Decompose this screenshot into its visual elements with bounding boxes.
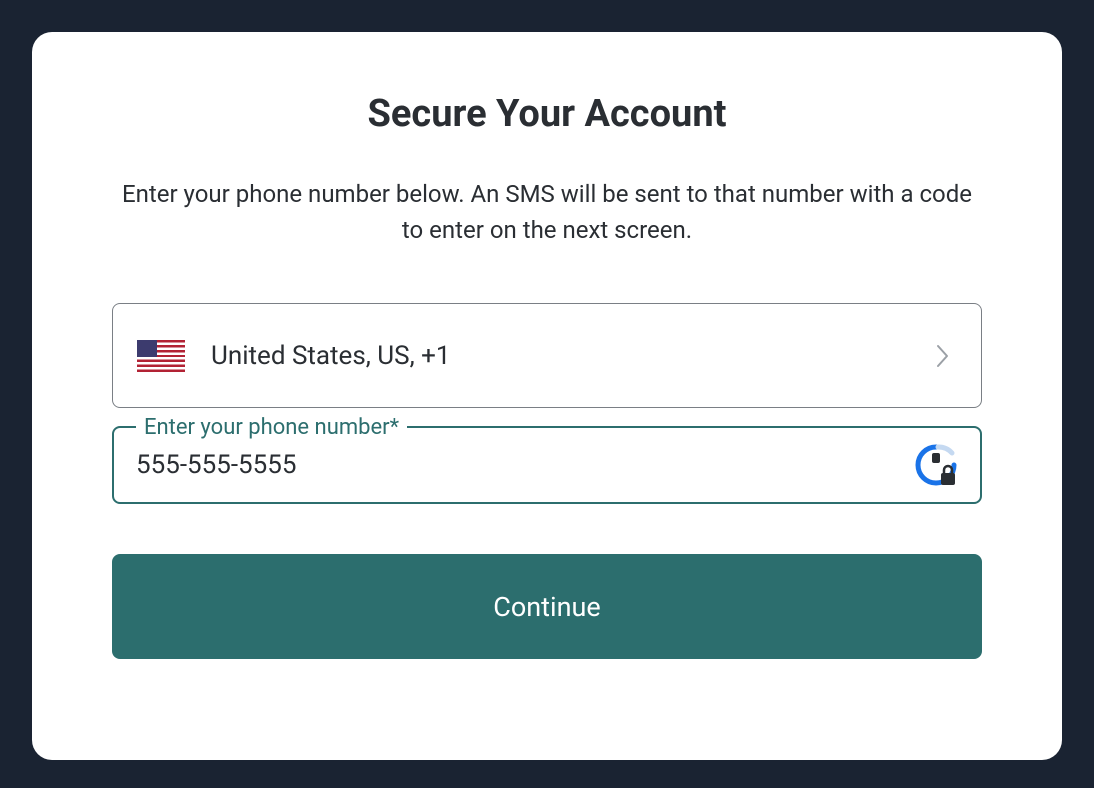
country-label: United States, US, +1 bbox=[211, 341, 935, 371]
chevron-right-icon bbox=[935, 343, 951, 369]
password-manager-icon[interactable] bbox=[914, 443, 958, 487]
flag-us-icon bbox=[137, 340, 185, 372]
phone-field-legend: Enter your phone number* bbox=[136, 415, 407, 440]
page-title: Secure Your Account bbox=[112, 92, 982, 136]
page-description: Enter your phone number below. An SMS wi… bbox=[112, 176, 982, 248]
country-selector[interactable]: United States, US, +1 bbox=[112, 303, 982, 408]
phone-input[interactable] bbox=[136, 450, 914, 480]
phone-field-wrapper: Enter your phone number* bbox=[112, 426, 982, 504]
account-security-card: Secure Your Account Enter your phone num… bbox=[32, 32, 1062, 760]
continue-button[interactable]: Continue bbox=[112, 554, 982, 659]
